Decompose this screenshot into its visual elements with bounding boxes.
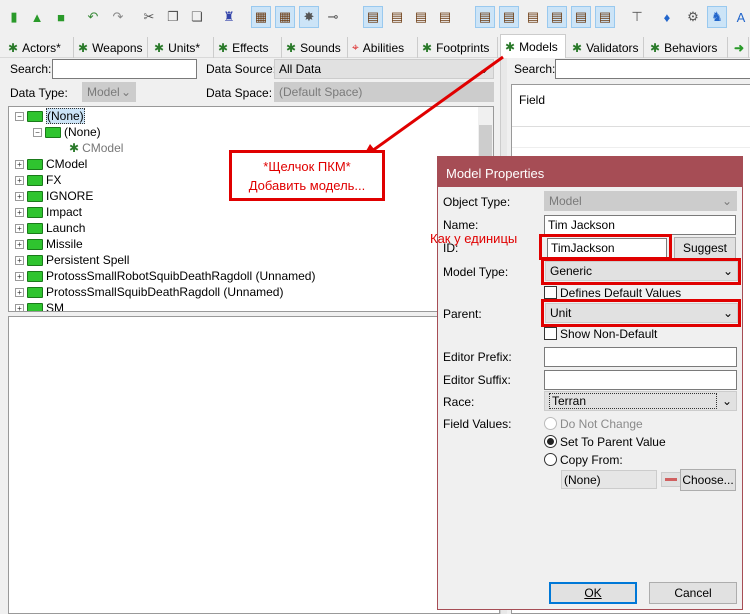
annotation-line1: *Щелчок ПКМ* xyxy=(263,159,351,174)
race-label: Race: xyxy=(443,395,475,409)
choose-button[interactable]: Choose... xyxy=(680,469,736,491)
race-select[interactable]: Terran ⌄ xyxy=(544,391,737,411)
object-type-value: Model xyxy=(549,194,582,208)
annotation-line2: Добавить модель... xyxy=(248,178,366,193)
race-value: Terran xyxy=(549,393,717,409)
object-type-select[interactable]: Model ⌄ xyxy=(544,191,737,211)
id-highlight xyxy=(539,234,672,260)
copy-from-radio[interactable] xyxy=(544,453,557,466)
editor-prefix-label: Editor Prefix: xyxy=(443,350,512,364)
defines-default-label: Defines Default Values xyxy=(560,286,682,300)
object-type-label: Object Type: xyxy=(443,195,511,209)
set-to-parent-label: Set To Parent Value xyxy=(560,435,666,449)
annotation-box: *Щелчок ПКМ* Добавить модель... xyxy=(229,150,385,201)
do-not-change-radio[interactable] xyxy=(544,417,557,430)
cancel-button[interactable]: Cancel xyxy=(649,582,737,604)
dialog-title: Model Properties xyxy=(438,157,742,187)
model-properties-dialog: Model Properties Object Type: Model ⌄ Nam… xyxy=(430,156,743,610)
parent-highlight xyxy=(541,299,741,327)
editor-suffix-label: Editor Suffix: xyxy=(443,373,511,387)
show-non-default-label: Show Non-Default xyxy=(560,327,658,341)
do-not-change-label: Do Not Change xyxy=(560,417,643,431)
id-annotation: Как у единицы xyxy=(430,231,518,246)
model-type-label: Model Type: xyxy=(443,265,509,279)
field-values-label: Field Values: xyxy=(443,417,512,431)
chevron-down-icon: ⌄ xyxy=(721,394,732,408)
name-label: Name: xyxy=(443,218,479,232)
defines-default-checkbox[interactable] xyxy=(544,286,557,299)
show-non-default-checkbox[interactable] xyxy=(544,327,557,340)
copy-from-label: Copy From: xyxy=(560,453,623,467)
parent-label: Parent: xyxy=(443,307,482,321)
clear-icon[interactable] xyxy=(661,472,681,487)
name-input[interactable] xyxy=(544,215,736,235)
ok-button[interactable]: OK xyxy=(549,582,637,604)
copy-from-value: (None) xyxy=(561,470,657,489)
model-type-highlight xyxy=(541,258,741,285)
editor-prefix-input[interactable] xyxy=(544,347,737,367)
set-to-parent-radio[interactable] xyxy=(544,435,557,448)
suggest-button[interactable]: Suggest xyxy=(674,237,736,259)
chevron-down-icon: ⌄ xyxy=(721,194,732,208)
editor-suffix-input[interactable] xyxy=(544,370,737,390)
